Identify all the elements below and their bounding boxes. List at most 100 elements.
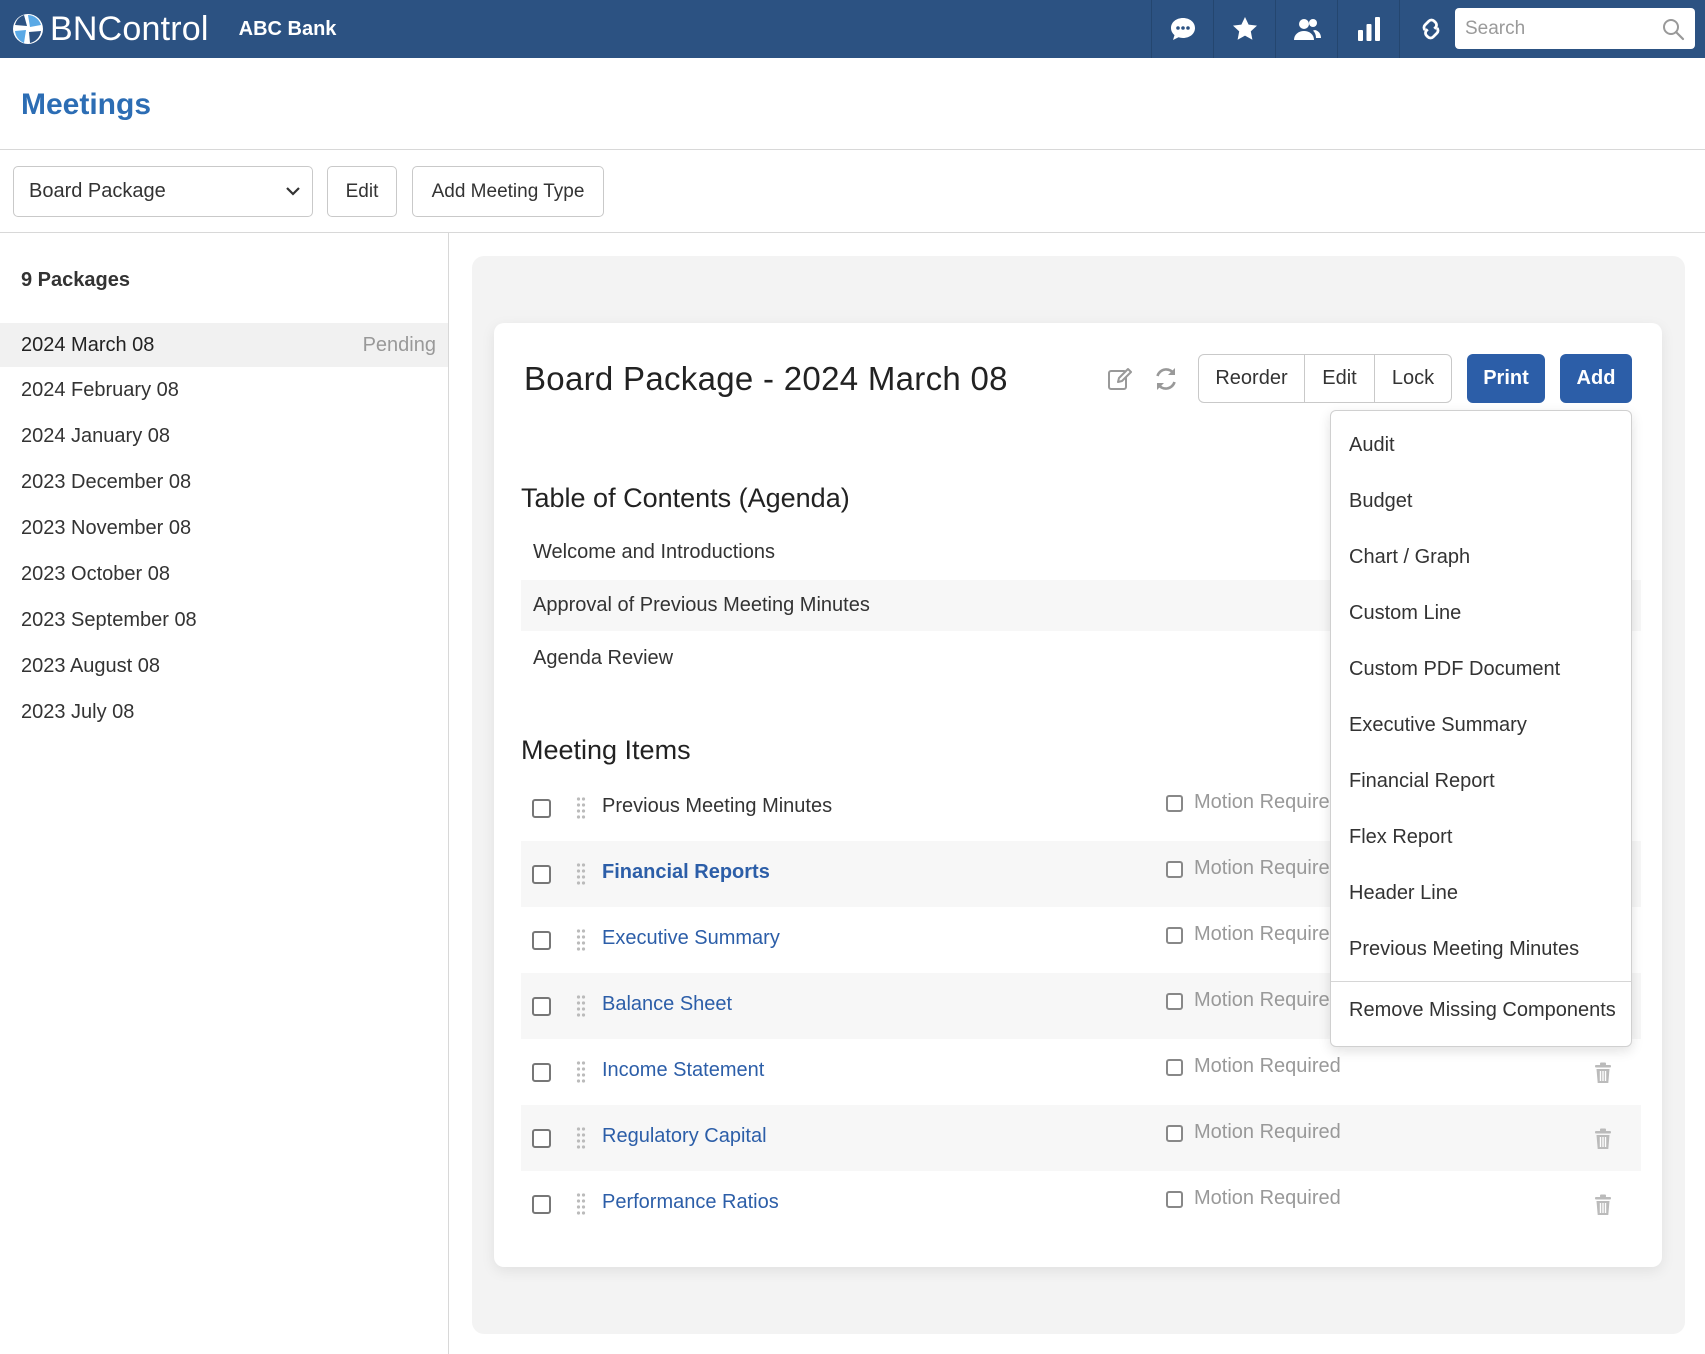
brand-name: BNControl xyxy=(50,9,209,48)
item-select-checkbox[interactable] xyxy=(532,1063,551,1082)
package-item[interactable]: 2023 October 08 xyxy=(0,551,448,597)
add-meeting-type-button[interactable]: Add Meeting Type xyxy=(412,166,604,217)
edit-package-button[interactable]: Edit xyxy=(1305,355,1375,402)
drag-handle-icon[interactable] xyxy=(576,796,586,820)
favorites-button[interactable] xyxy=(1213,0,1275,58)
packages-count: 9 Packages xyxy=(21,269,130,291)
trash-icon[interactable] xyxy=(1594,1194,1612,1216)
package-item[interactable]: 2023 November 08 xyxy=(0,505,448,551)
package-status: Pending xyxy=(362,333,436,356)
package-item[interactable]: 2024 February 08 xyxy=(0,367,448,413)
agenda-title: Table of Contents (Agenda) xyxy=(521,483,850,513)
meeting-item-row: Regulatory Capital Motion Required xyxy=(521,1105,1641,1171)
menu-item-custom-pdf[interactable]: Custom PDF Document xyxy=(1349,658,1560,681)
menu-divider xyxy=(1331,981,1631,982)
drag-handle-icon[interactable] xyxy=(576,994,586,1018)
menu-item-header-line[interactable]: Header Line xyxy=(1349,882,1458,905)
meeting-item-row: Income Statement Motion Required xyxy=(521,1039,1641,1105)
logo-icon xyxy=(13,14,43,44)
motion-required-checkbox[interactable] xyxy=(1166,861,1183,878)
meeting-item-link[interactable]: Income Statement xyxy=(602,1059,764,1082)
item-select-checkbox[interactable] xyxy=(532,865,551,884)
packages-list: 2024 March 08 Pending 2024 February 08 2… xyxy=(0,323,448,735)
refresh-icon[interactable] xyxy=(1152,365,1180,393)
drag-handle-icon[interactable] xyxy=(576,1060,586,1084)
item-select-checkbox[interactable] xyxy=(532,997,551,1016)
package-label: 2023 September 08 xyxy=(21,608,197,631)
menu-item-chart-graph[interactable]: Chart / Graph xyxy=(1349,546,1470,569)
package-item[interactable]: 2024 January 08 xyxy=(0,413,448,459)
drag-handle-icon[interactable] xyxy=(576,862,586,886)
package-item[interactable]: 2023 July 08 xyxy=(0,689,448,735)
menu-item-audit[interactable]: Audit xyxy=(1349,434,1395,457)
motion-required-checkbox[interactable] xyxy=(1166,1191,1183,1208)
drag-handle-icon[interactable] xyxy=(576,928,586,952)
motion-required-checkbox[interactable] xyxy=(1166,1125,1183,1142)
header-divider xyxy=(0,149,1705,150)
motion-required-label: Motion Required xyxy=(1194,1187,1341,1209)
search-input[interactable] xyxy=(1465,17,1655,40)
search-icon[interactable] xyxy=(1661,17,1685,41)
meeting-type-select[interactable]: Board Package xyxy=(13,166,313,217)
package-item[interactable]: 2023 August 08 xyxy=(0,643,448,689)
meeting-item-link[interactable]: Executive Summary xyxy=(602,927,780,950)
search-box xyxy=(1455,8,1695,49)
package-title: Board Package - 2024 March 08 xyxy=(524,360,1008,397)
motion-required-checkbox[interactable] xyxy=(1166,927,1183,944)
motion-required-checkbox[interactable] xyxy=(1166,993,1183,1010)
menu-item-remove-missing[interactable]: Remove Missing Components xyxy=(1349,999,1616,1022)
package-label: 2023 July 08 xyxy=(21,700,135,723)
menu-item-previous-minutes[interactable]: Previous Meeting Minutes xyxy=(1349,938,1579,961)
drag-handle-icon[interactable] xyxy=(576,1126,586,1150)
users-icon xyxy=(1293,19,1321,40)
meeting-item-link[interactable]: Balance Sheet xyxy=(602,993,732,1016)
meeting-type-value: Board Package xyxy=(29,180,166,202)
package-item[interactable]: 2023 September 08 xyxy=(0,597,448,643)
meeting-item-label: Previous Meeting Minutes xyxy=(602,795,833,817)
bank-name: ABC Bank xyxy=(238,17,337,40)
page-title: Meetings xyxy=(21,88,152,121)
edit-meeting-type-button[interactable]: Edit xyxy=(327,166,397,217)
motion-required-checkbox[interactable] xyxy=(1166,795,1183,812)
drag-handle-icon[interactable] xyxy=(576,1192,586,1216)
package-item[interactable]: 2024 March 08 Pending xyxy=(0,323,448,367)
add-button[interactable]: Add xyxy=(1560,354,1632,403)
users-button[interactable] xyxy=(1275,0,1337,58)
top-navbar: BNControl ABC Bank xyxy=(0,0,1705,58)
menu-item-executive-summary[interactable]: Executive Summary xyxy=(1349,714,1527,737)
menu-item-custom-line[interactable]: Custom Line xyxy=(1349,602,1461,625)
links-button[interactable] xyxy=(1399,0,1461,58)
print-button[interactable]: Print xyxy=(1467,354,1545,403)
item-select-checkbox[interactable] xyxy=(532,1195,551,1214)
meeting-item-link[interactable]: Regulatory Capital xyxy=(602,1125,767,1148)
item-select-checkbox[interactable] xyxy=(532,799,551,818)
reorder-button[interactable]: Reorder xyxy=(1199,355,1305,402)
lock-button[interactable]: Lock xyxy=(1375,355,1451,402)
package-label: 2023 August 08 xyxy=(21,654,161,677)
trash-icon[interactable] xyxy=(1594,1062,1612,1084)
trash-icon[interactable] xyxy=(1594,1128,1612,1150)
packages-sidebar: 9 Packages 2024 March 08 Pending 2024 Fe… xyxy=(0,233,449,1354)
meeting-item-link[interactable]: Financial Reports xyxy=(602,861,770,884)
package-label: 2024 January 08 xyxy=(21,424,171,447)
item-select-checkbox[interactable] xyxy=(532,931,551,950)
reports-button[interactable] xyxy=(1337,0,1399,58)
link-icon xyxy=(1422,18,1439,40)
brand-logo[interactable]: BNControl xyxy=(12,10,209,49)
top-icon-bar xyxy=(1151,0,1461,58)
menu-item-flex-report[interactable]: Flex Report xyxy=(1349,826,1452,849)
menu-item-budget[interactable]: Budget xyxy=(1349,490,1412,513)
edit-note-icon[interactable] xyxy=(1106,365,1134,393)
meeting-items-title: Meeting Items xyxy=(521,735,691,765)
chat-button[interactable] xyxy=(1151,0,1213,58)
package-label: 2024 March 08 xyxy=(21,333,155,356)
motion-required-label: Motion Require xyxy=(1194,989,1330,1011)
package-label: 2023 October 08 xyxy=(21,562,170,585)
package-label: 2023 November 08 xyxy=(21,516,192,539)
motion-required-checkbox[interactable] xyxy=(1166,1059,1183,1076)
package-item[interactable]: 2023 December 08 xyxy=(0,459,448,505)
item-select-checkbox[interactable] xyxy=(532,1129,551,1148)
motion-required-label: Motion Required xyxy=(1194,1121,1341,1143)
meeting-item-link[interactable]: Performance Ratios xyxy=(602,1191,779,1214)
menu-item-financial-report[interactable]: Financial Report xyxy=(1349,770,1495,793)
